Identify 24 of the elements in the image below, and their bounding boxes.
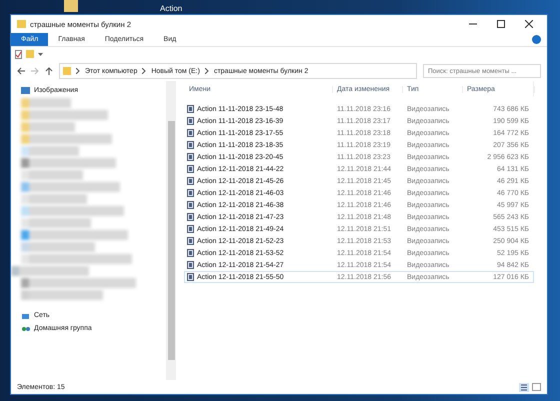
chevron-icon: [142, 68, 146, 74]
help-icon[interactable]: [532, 35, 541, 44]
scrollbar[interactable]: [166, 81, 176, 380]
details-view-icon[interactable]: [519, 382, 529, 392]
back-arrow-icon[interactable]: [17, 67, 25, 75]
folder-icon: [63, 67, 71, 75]
homegroup-icon: [21, 324, 30, 332]
blurred-sidebar-item: [21, 146, 79, 156]
blurred-sidebar-item: [21, 194, 87, 204]
properties-icon[interactable]: [15, 50, 22, 58]
folder-icon: [64, 0, 78, 12]
pictures-icon: [21, 87, 30, 94]
desktop-icon-label: Action: [160, 4, 182, 13]
blurred-sidebar-item: [21, 170, 83, 180]
caret-icon[interactable]: [38, 52, 43, 56]
blurred-sidebar-item: [21, 98, 71, 108]
chevron-icon: [76, 68, 80, 74]
blurred-sidebar-item: [21, 122, 75, 132]
network-icon: [21, 312, 30, 320]
chevron-icon: [204, 68, 209, 74]
up-arrow-icon[interactable]: [45, 67, 53, 75]
tiles-view-icon[interactable]: [532, 383, 541, 391]
blurred-sidebar-item: [21, 218, 91, 228]
folder-icon: [17, 20, 26, 28]
